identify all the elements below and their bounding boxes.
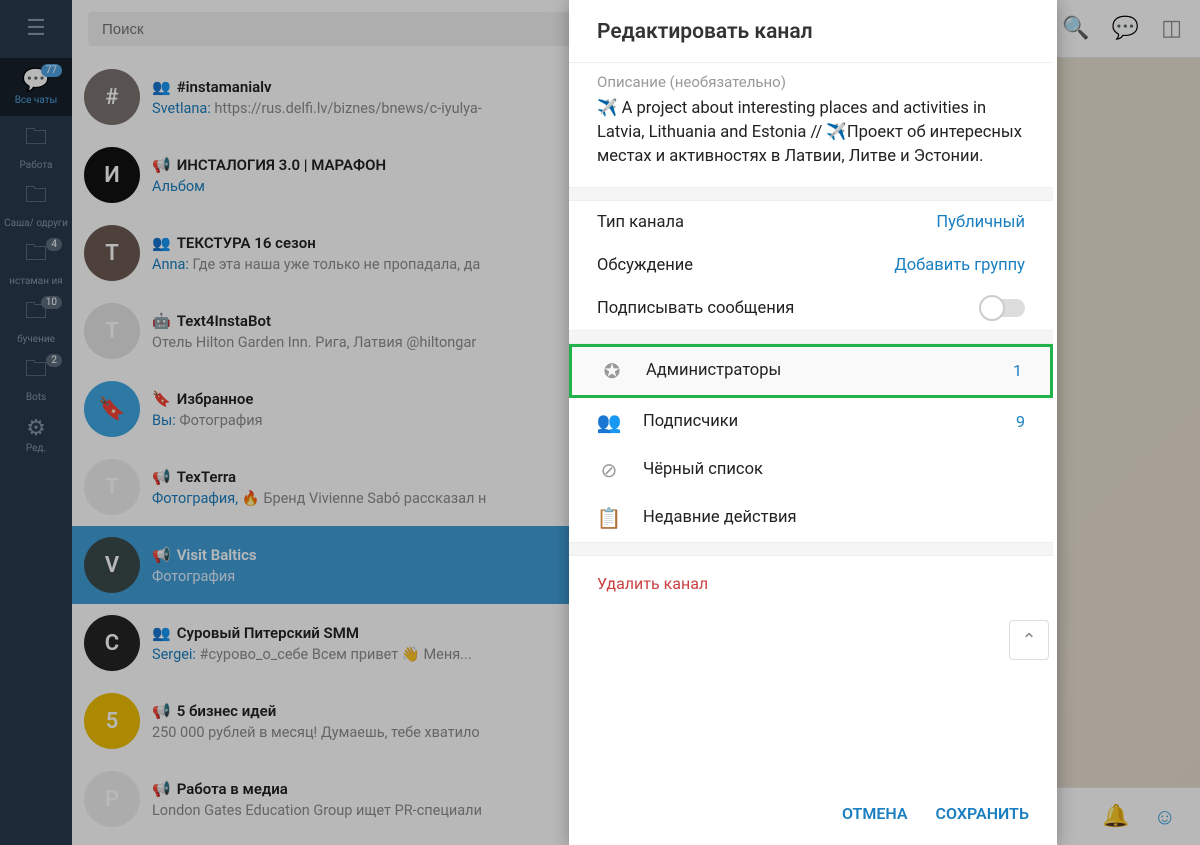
- subscribers-count: 9: [1016, 412, 1025, 431]
- channel-type-value: Публичный: [936, 213, 1025, 232]
- section-gap: [569, 330, 1053, 344]
- channel-type-label: Тип канала: [597, 213, 684, 232]
- discussion-row[interactable]: Обсуждение Добавить группу: [569, 244, 1053, 287]
- modal-title: Редактировать канал: [569, 0, 1057, 62]
- section-gap: [569, 542, 1053, 556]
- recent-actions-row[interactable]: 📋 Недавние действия: [569, 494, 1053, 542]
- discussion-value: Добавить группу: [894, 256, 1025, 275]
- administrators-label: Администраторы: [646, 361, 781, 380]
- description-label: Описание (необязательно): [597, 73, 1025, 91]
- shield-icon: ✪: [600, 359, 624, 383]
- edit-channel-modal: Редактировать канал Описание (необязател…: [569, 0, 1057, 845]
- blacklist-row[interactable]: ⊘ Чёрный список: [569, 446, 1053, 494]
- discussion-label: Обсуждение: [597, 256, 693, 275]
- cancel-button[interactable]: ОТМЕНА: [842, 804, 908, 823]
- channel-type-row[interactable]: Тип канала Публичный: [569, 201, 1053, 244]
- administrators-row[interactable]: ✪ Администраторы 1: [569, 344, 1053, 398]
- blacklist-label: Чёрный список: [643, 460, 763, 479]
- modal-actions: ОТМЕНА СОХРАНИТЬ: [569, 786, 1057, 845]
- ban-icon: ⊘: [597, 458, 621, 482]
- administrators-count: 1: [1013, 361, 1022, 380]
- description-block[interactable]: Описание (необязательно) ✈️ A project ab…: [569, 62, 1053, 187]
- subscribers-row[interactable]: 👥 Подписчики 9: [569, 398, 1053, 446]
- save-button[interactable]: СОХРАНИТЬ: [936, 804, 1029, 823]
- sign-messages-row[interactable]: Подписывать сообщения: [569, 287, 1053, 330]
- people-icon: 👥: [597, 410, 621, 434]
- recent-actions-label: Недавние действия: [643, 508, 797, 527]
- toggle-off[interactable]: [981, 299, 1025, 317]
- sign-messages-label: Подписывать сообщения: [597, 299, 794, 318]
- clipboard-icon: 📋: [597, 506, 621, 530]
- delete-channel-link[interactable]: Удалить канал: [569, 556, 1053, 603]
- scroll-up-icon[interactable]: ⌃: [1009, 620, 1049, 660]
- modal-scroll[interactable]: Описание (необязательно) ✈️ A project ab…: [569, 62, 1057, 786]
- section-gap: [569, 187, 1053, 201]
- description-text: ✈️ A project about interesting places an…: [597, 97, 1025, 169]
- subscribers-label: Подписчики: [643, 412, 738, 431]
